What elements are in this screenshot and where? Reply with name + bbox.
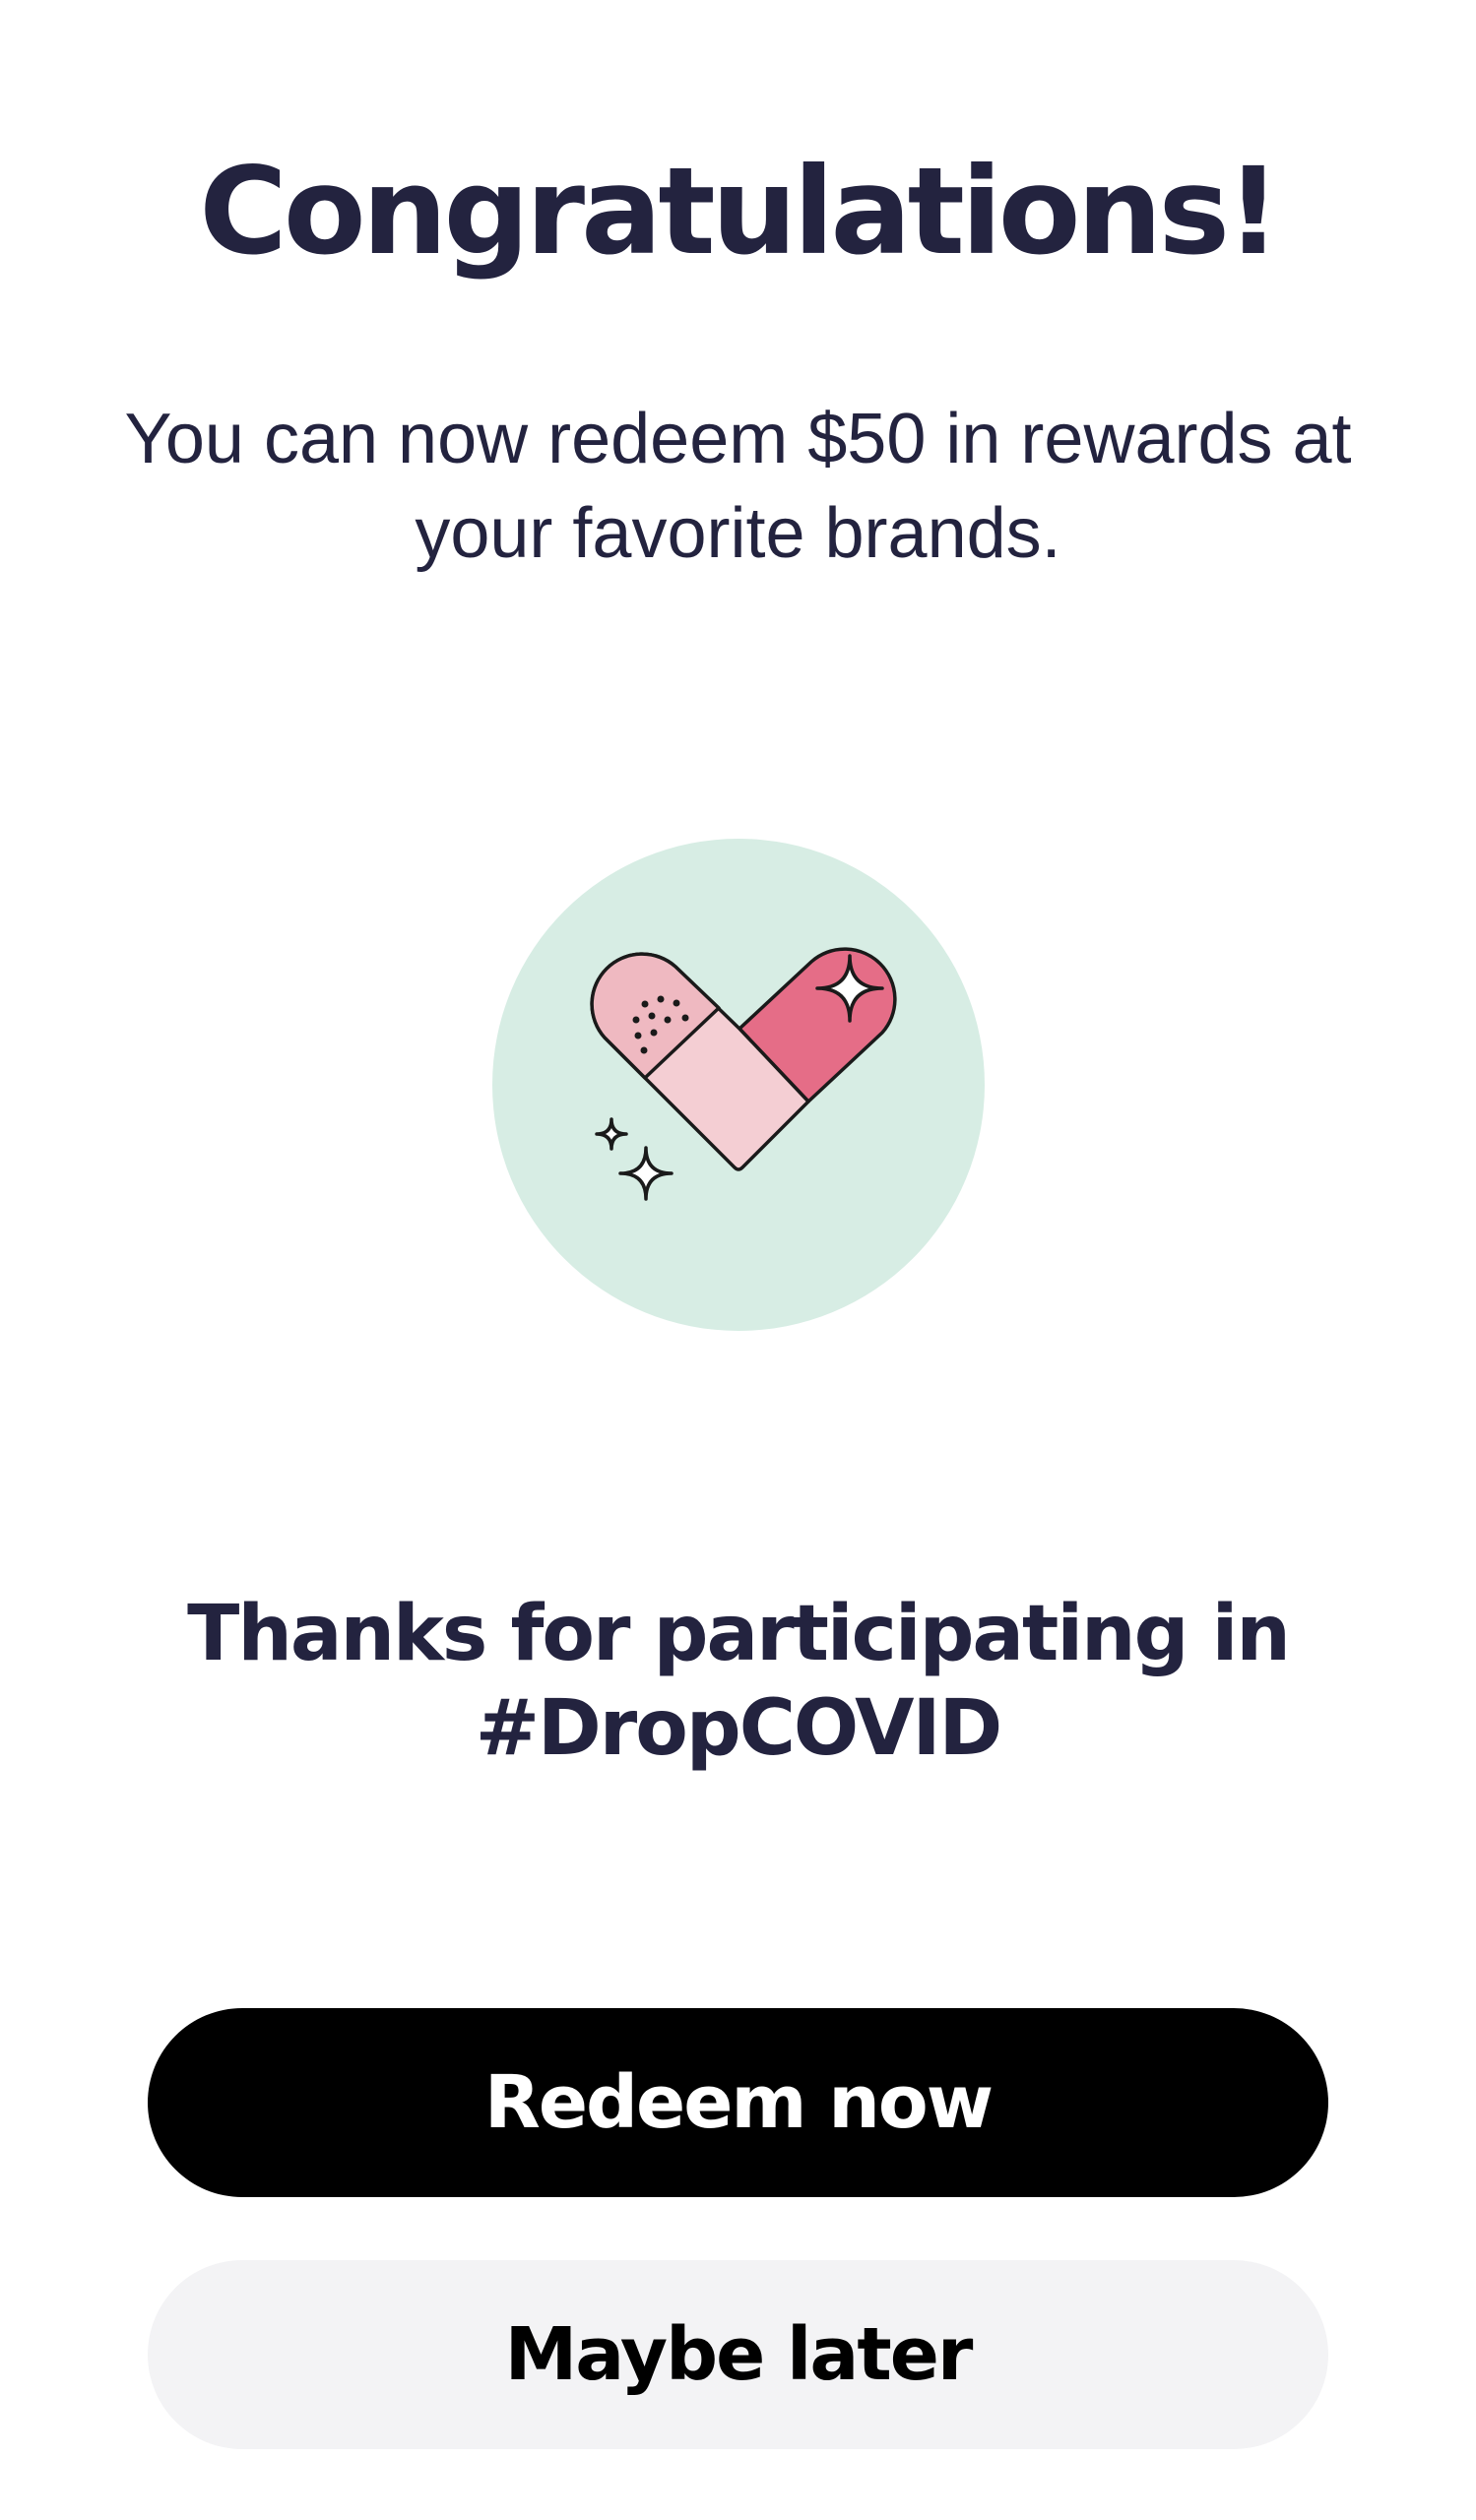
thanks-message: Thanks for participating in #DropCOVID (187, 1590, 1291, 1773)
maybe-later-button[interactable]: Maybe later (148, 2260, 1328, 2449)
page-title: Congratulations! (199, 142, 1280, 282)
redeem-now-button[interactable]: Redeem now (148, 2008, 1328, 2197)
reward-description: You can now redeem $50 in rewards at you… (124, 400, 1352, 573)
illustration (492, 839, 985, 1331)
heart-bandage-icon (492, 839, 985, 1331)
